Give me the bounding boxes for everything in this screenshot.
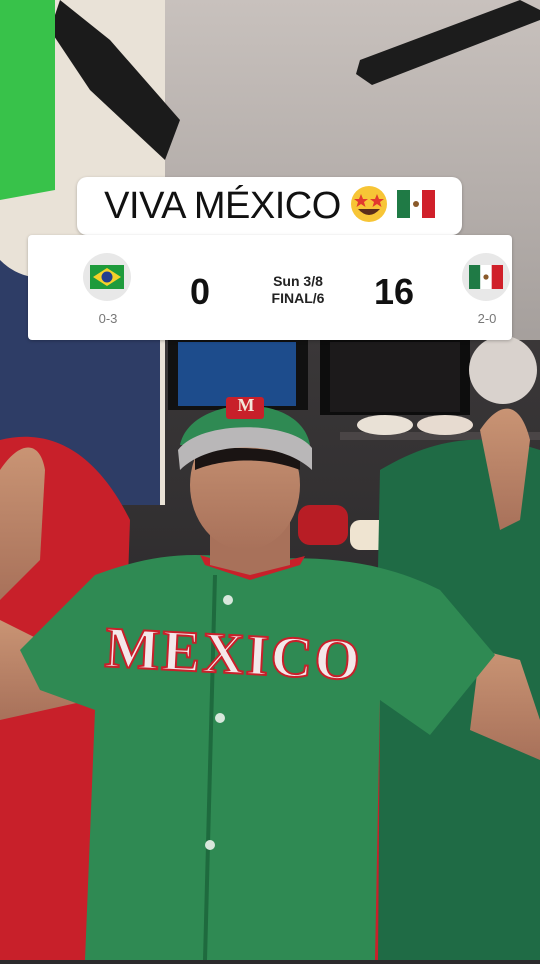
- jersey-lettering: MEXICO: [102, 614, 364, 694]
- title-text: VIVA MÉXICO: [104, 185, 341, 227]
- brazil-flag-icon: [83, 253, 131, 301]
- cap: [417, 415, 473, 435]
- cap: [357, 415, 413, 435]
- cap-logo: M: [237, 395, 255, 415]
- scoreboard: 0-3 0 Sun 3/8 FINAL/6 16 2-0: [28, 235, 512, 340]
- basketball: [469, 336, 537, 404]
- away-record: 0-3: [98, 311, 118, 326]
- green-shirt: [0, 0, 55, 200]
- star-struck-emoji-icon: [349, 184, 389, 228]
- mexico-flag-icon: [462, 253, 510, 301]
- game-final: FINAL/6: [271, 290, 325, 306]
- framed-jersey: [330, 342, 460, 412]
- mexico-flag-emoji-icon: [396, 190, 435, 222]
- home-score: 16: [373, 271, 415, 312]
- title-overlay: VIVA MÉXICO: [77, 177, 462, 235]
- away-score: 0: [189, 271, 211, 312]
- home-record: 2-0: [477, 311, 497, 326]
- photo-background: [0, 0, 540, 961]
- home-team: 2-0: [462, 253, 512, 326]
- game-date: Sun 3/8: [273, 273, 323, 289]
- away-team: 0-3: [83, 253, 133, 326]
- photo-scene: MEXICO M: [0, 0, 540, 961]
- game-status: Sun 3/8 FINAL/6: [248, 273, 348, 307]
